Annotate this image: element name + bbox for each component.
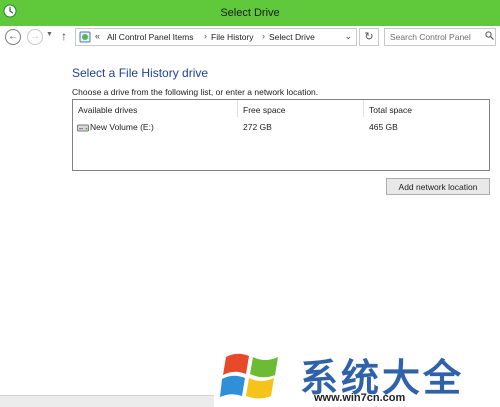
refresh-button[interactable]: ↻ [359, 28, 379, 46]
navigation-bar: ← → ▼ ↑ « All Control Panel Items › File… [0, 26, 500, 48]
drive-row[interactable]: New Volume (E:) 272 GB 465 GB [73, 118, 489, 135]
add-network-location-button[interactable]: Add network location [386, 178, 490, 195]
arrow-left-icon: ← [8, 31, 18, 42]
window-title: Select Drive [220, 7, 280, 19]
breadcrumb-separator[interactable]: › [262, 31, 265, 41]
instruction-text: Choose a drive from the following list, … [72, 87, 319, 97]
breadcrumb-separator[interactable]: › [204, 31, 207, 41]
breadcrumb-file-history[interactable]: File History [211, 32, 254, 42]
back-button[interactable]: ← [5, 29, 21, 45]
control-panel-icon [79, 31, 91, 43]
address-dropdown-button[interactable]: ⌄ [344, 31, 352, 42]
up-button[interactable]: ↑ [61, 29, 67, 43]
forward-button[interactable]: → [27, 29, 43, 45]
arrow-up-icon: ↑ [61, 29, 67, 43]
window-titlebar: Select Drive [0, 0, 500, 26]
page-heading: Select a File History drive [72, 66, 209, 80]
recent-locations-button[interactable]: ▼ [46, 31, 53, 38]
breadcrumb-overflow[interactable]: « [95, 31, 100, 41]
refresh-icon: ↻ [364, 31, 374, 43]
breadcrumb-select-drive[interactable]: Select Drive [269, 32, 315, 42]
search-icon[interactable] [485, 31, 494, 40]
drive-free-space: 272 GB [243, 122, 272, 132]
address-bar[interactable]: « All Control Panel Items › File History… [75, 28, 357, 46]
windows-logo-icon [220, 353, 278, 399]
column-header-total-space[interactable]: Total space [364, 100, 490, 117]
column-header-free-space[interactable]: Free space [238, 100, 364, 117]
arrow-right-icon: → [30, 31, 40, 42]
chevron-down-icon: ▼ [46, 31, 53, 38]
column-header-available-drives[interactable]: Available drives [73, 100, 238, 117]
watermark-url: www.win7cn.com [314, 392, 406, 404]
chevron-down-icon: ⌄ [344, 31, 352, 41]
drive-list[interactable]: Available drives Free space Total space … [72, 99, 490, 171]
search-input[interactable] [384, 28, 496, 46]
breadcrumb-all-control-panel-items[interactable]: All Control Panel Items [107, 32, 193, 42]
drive-total-space: 465 GB [369, 122, 398, 132]
watermark: 系统大全 www.win7cn.com [214, 344, 500, 407]
hard-drive-icon [77, 124, 89, 132]
drive-name: New Volume (E:) [90, 122, 154, 132]
